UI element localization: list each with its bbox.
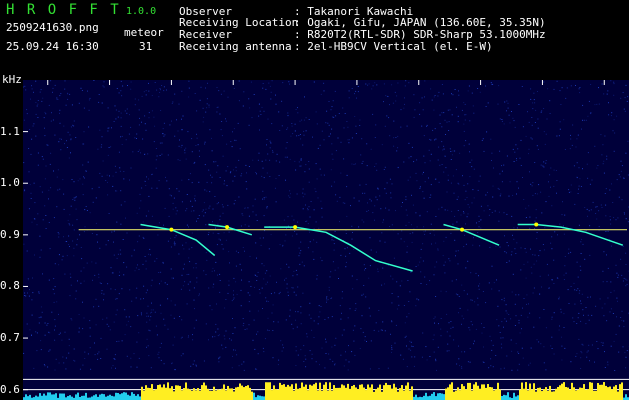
app-title: H R O F F T [6, 2, 121, 18]
meteor-head [534, 222, 539, 227]
y-tick-label: 1.0 [0, 176, 20, 190]
meteor-trace [517, 223, 624, 246]
detect-label: meteor [124, 26, 164, 39]
antenna-label: Receiving antenna [179, 40, 292, 53]
app-version: 1.0.0 [126, 6, 157, 17]
meteor-head [225, 225, 230, 230]
y-tick-label: 0.6 [0, 382, 20, 396]
antenna-value: : 2el-HB9CV Vertical (el. E-W) [294, 40, 493, 53]
y-axis-unit: kHz [2, 73, 22, 86]
filename: 2509241630.png [6, 21, 99, 34]
detect-count: 31 [139, 40, 153, 53]
y-tick-label: 0.7 [0, 331, 20, 345]
meteor-head [293, 225, 298, 230]
hroft-viewer: H R O F F T 1.0.0 2509241630.png 25.09.2… [0, 0, 629, 400]
signal-histogram [23, 382, 629, 400]
meteor-head [169, 227, 174, 232]
spectrogram-plot [23, 80, 629, 400]
timestamp: 25.09.24 16:30 [6, 40, 99, 53]
meteor-trace [443, 223, 500, 246]
noise-layer [23, 80, 629, 371]
y-tick-label: 0.9 [0, 227, 20, 241]
y-tick-label: 0.8 [0, 279, 20, 293]
spectrogram [23, 80, 629, 400]
y-tick-label: 1.1 [0, 124, 20, 138]
meteor-head [460, 227, 465, 232]
